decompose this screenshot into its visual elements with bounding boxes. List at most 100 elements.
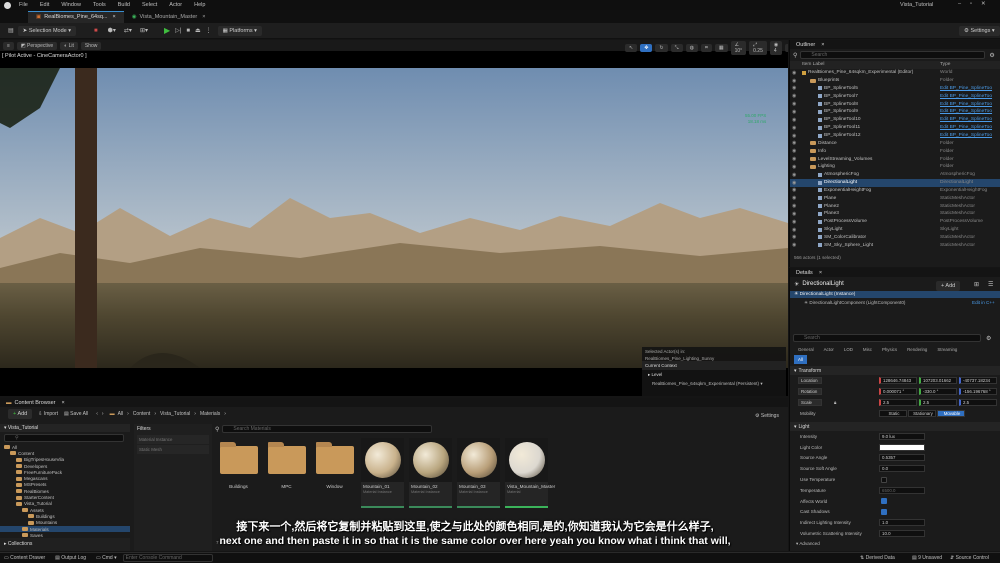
rotation-y[interactable]: -330.0 ° (919, 388, 957, 395)
forward-icon[interactable]: › (102, 411, 104, 417)
scale-x[interactable]: 2.5 (879, 399, 917, 406)
visibility-eye-icon[interactable]: ◉ (792, 195, 796, 201)
outliner-row[interactable]: ◉ AtmosphericFog AtmosphericFog (790, 171, 1000, 179)
rotation-z[interactable]: -156.196768 ° (959, 388, 997, 395)
lit-button[interactable]: ◐ Lit (60, 41, 78, 50)
rotation-x[interactable]: 0.000071 ° (879, 388, 917, 395)
visibility-eye-icon[interactable]: ◉ (792, 109, 796, 115)
outliner-row[interactable]: ◉ BP_SplineTool7 Edit BP_Pine_SplineToo (790, 92, 1000, 100)
filter-material-instance[interactable]: Material Instance (137, 435, 209, 444)
color-swatch[interactable] (879, 443, 925, 451)
content-icon[interactable]: ■ (94, 28, 98, 34)
light-section[interactable]: ▾ Light (790, 422, 1000, 431)
menu-item-help[interactable]: Help (194, 2, 205, 8)
asset-tile[interactable]: MPC (265, 438, 308, 489)
source-control-button[interactable]: ⇵ Source Control (950, 555, 989, 561)
close-icon[interactable]: × (202, 14, 205, 20)
outliner-row[interactable]: ◉ Plane2 StaticMeshActor (790, 202, 1000, 210)
filter-icon[interactable]: ⚲ (793, 52, 797, 59)
outliner-item-type[interactable]: Edit BP_Pine_SplineToo (940, 94, 992, 99)
location-y[interactable]: 107203.01662 (919, 377, 957, 384)
rotate-tool-icon[interactable]: ↻ (655, 44, 668, 52)
unreal-logo-icon[interactable] (4, 1, 11, 9)
outliner-row[interactable]: ◉ SM_ColorCalibrator StaticMeshActor (790, 234, 1000, 242)
tab-all[interactable]: All (794, 355, 807, 364)
visibility-eye-icon[interactable]: ◉ (792, 85, 796, 91)
visibility-eye-icon[interactable]: ◉ (792, 164, 796, 170)
outliner-row[interactable]: ◉ Distance Folder (790, 139, 1000, 147)
menu-item-file[interactable]: File (19, 2, 28, 8)
asset-tile[interactable]: Vista_Mountain_Master Material (505, 438, 555, 508)
import-button[interactable]: ⇩ Import (38, 411, 58, 417)
level-value[interactable]: RealBiomes_Pine_64sqkm_Experimental (Per… (642, 380, 786, 388)
visibility-eye-icon[interactable]: ◉ (792, 148, 796, 154)
outliner-row[interactable]: ◉ Plane3 StaticMeshActor (790, 210, 1000, 218)
asset-tile[interactable]: Mountain_02 Material Instance (409, 438, 452, 508)
tab-actor[interactable]: Actor (820, 345, 838, 354)
edit-cpp-link[interactable]: Edit in C++ (972, 300, 995, 305)
filter-static-mesh[interactable]: Static Mesh (137, 445, 209, 454)
property-value[interactable]: 9.0 lux (879, 432, 925, 440)
tree-root[interactable]: ▾ Vista_Tutorial (0, 424, 130, 432)
outliner-item-type[interactable]: Edit BP_Pine_SplineToo (940, 86, 992, 91)
location-label[interactable]: Location (798, 377, 822, 384)
tab-material[interactable]: ◉ Vista_Mountain_Master × (124, 11, 214, 23)
tab-level[interactable]: ▣ RealBiomes_Pine_64sq... × (28, 10, 124, 23)
save-all-button[interactable]: ▤ Save All (64, 411, 88, 417)
property-value[interactable]: 6500.0 (879, 486, 925, 494)
visibility-eye-icon[interactable]: ◉ (792, 180, 796, 186)
settings-icon[interactable]: ☰ (988, 281, 993, 288)
outliner-row[interactable]: ◉ BP_SplineTool9 Edit BP_Pine_SplineToo (790, 108, 1000, 116)
camera-speed[interactable]: ◉ 4 (769, 41, 783, 55)
breadcrumb-content[interactable]: Content (133, 411, 151, 417)
visibility-eye-icon[interactable]: ◉ (792, 101, 796, 107)
actor-name[interactable]: DirectionalLight (802, 281, 843, 287)
output-log-button[interactable]: ▤ Output Log (55, 555, 86, 561)
menu-item-select[interactable]: Select (142, 2, 157, 8)
selection-mode-dropdown[interactable]: ➤ Selection Mode ▾ (17, 25, 77, 36)
menu-item-window[interactable]: Window (61, 2, 81, 8)
outliner-row[interactable]: ◉ Plane StaticMeshActor (790, 194, 1000, 202)
lock-icon[interactable]: ⊞ (974, 281, 979, 288)
translate-tool-icon[interactable]: ✥ (640, 44, 653, 52)
settings-button[interactable]: ⚙ Settings ▾ (959, 26, 1000, 36)
tree-search-input[interactable]: ⚲ (4, 434, 124, 442)
scale-z[interactable]: 2.5 (959, 399, 997, 406)
surface-snap-icon[interactable]: ⌗ (701, 44, 712, 52)
property-value[interactable]: 0.5357 (879, 454, 925, 462)
close-icon[interactable]: × (113, 14, 116, 20)
scale-y[interactable]: 2.5 (919, 399, 957, 406)
component-row[interactable]: ☀ DirectionalLightComponent (LightCompon… (790, 298, 1000, 308)
menu-item-edit[interactable]: Edit (40, 2, 49, 8)
outliner-row[interactable]: ◉ LevelStreaming_Volumes Folder (790, 155, 1000, 163)
filter-icon[interactable]: ⚲ (215, 426, 219, 433)
location-z[interactable]: -40737.18234 (959, 377, 997, 384)
console-input[interactable]: Enter Console Command (122, 554, 213, 562)
settings-icon[interactable]: ⚙ (989, 52, 994, 59)
visibility-eye-icon[interactable]: ◉ (792, 78, 796, 84)
scale-snap[interactable]: ⤢ 0.25 (749, 41, 767, 55)
show-button[interactable]: Show (80, 41, 102, 50)
visibility-eye-icon[interactable]: ◉ (792, 133, 796, 139)
breadcrumb-materials[interactable]: Materials (200, 411, 220, 417)
close-icon[interactable]: × (61, 400, 64, 406)
save-icon[interactable]: ▤ (8, 27, 14, 34)
add-actor-icon[interactable]: ⊞▾ (140, 27, 148, 34)
cinematics-icon[interactable]: ⇄▾ (124, 27, 132, 34)
menu-item-build[interactable]: Build (118, 2, 130, 8)
mobility-movable[interactable]: Movable (937, 410, 965, 417)
visibility-eye-icon[interactable]: ◉ (792, 172, 796, 178)
visibility-eye-icon[interactable]: ◉ (792, 140, 796, 146)
more-icon[interactable]: ⋮ (206, 27, 212, 34)
outliner-search-input[interactable]: Search (800, 51, 986, 59)
visibility-eye-icon[interactable]: ◉ (792, 227, 796, 233)
platforms-dropdown[interactable]: ▦ Platforms ▾ (217, 25, 262, 36)
visibility-eye-icon[interactable]: ◉ (792, 234, 796, 240)
scale-label[interactable]: Scale (798, 399, 822, 406)
cb-settings-button[interactable]: ⚙ Settings (755, 413, 779, 419)
col-type[interactable]: Type (940, 62, 950, 67)
outliner-row[interactable]: ◉ Info Folder (790, 147, 1000, 155)
menu-item-tools[interactable]: Tools (93, 2, 106, 8)
checkbox[interactable] (881, 476, 887, 483)
close-icon[interactable]: × (821, 42, 824, 48)
